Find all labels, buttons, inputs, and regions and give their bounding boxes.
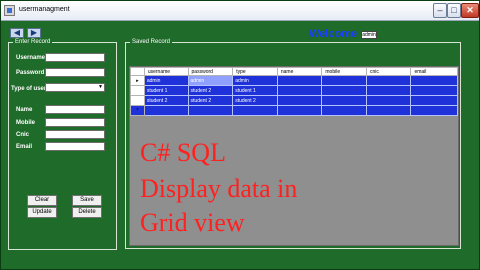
table-cell[interactable] — [365, 95, 412, 106]
overlay-caption-line-2: Display data in — [140, 174, 298, 203]
row-header-cell[interactable] — [130, 85, 145, 96]
table-cell[interactable]: student 2 — [143, 95, 189, 106]
column-header-cnic[interactable]: cnic — [365, 67, 412, 76]
column-header-mobile[interactable]: mobile — [321, 67, 367, 76]
mobile-input[interactable] — [45, 118, 105, 127]
cnic-label: Cnic — [16, 132, 30, 138]
forward-arrow-icon[interactable]: ▶ — [27, 28, 41, 38]
table-cell[interactable]: admin — [187, 75, 234, 86]
email-input[interactable] — [45, 142, 105, 151]
table-cell[interactable] — [410, 95, 458, 106]
name-label: Name — [16, 107, 33, 113]
type-of-user-label: Type of user — [11, 86, 47, 92]
maximize-button[interactable]: □ — [447, 3, 461, 18]
table-cell[interactable] — [276, 85, 323, 96]
table-cell[interactable] — [365, 105, 412, 116]
table-cell[interactable]: admin — [143, 75, 189, 86]
table-cell[interactable] — [321, 95, 367, 106]
column-header-email[interactable]: email — [410, 67, 458, 76]
table-cell[interactable] — [276, 105, 323, 116]
table-cell[interactable] — [365, 75, 412, 86]
mobile-label: Mobile — [16, 120, 35, 126]
current-row-marker-icon[interactable]: ▸ — [130, 75, 145, 86]
password-label: Password — [16, 70, 45, 76]
table-cell[interactable] — [365, 85, 412, 96]
table-cell[interactable]: student 2 — [232, 95, 278, 106]
table-cell[interactable]: student 2 — [187, 95, 234, 106]
table-cell[interactable]: student 1 — [143, 85, 189, 96]
overlay-caption-line-3: Grid view — [140, 208, 245, 237]
saved-record-title: Saved Record — [130, 38, 173, 46]
table-cell[interactable] — [276, 75, 323, 86]
records-table: username password type name mobile cnic … — [130, 67, 458, 116]
table-cell[interactable] — [321, 75, 367, 86]
enter-record-title: Enter Record — [13, 38, 53, 46]
column-header-name[interactable]: name — [276, 67, 323, 76]
minimize-button[interactable]: – — [433, 3, 447, 18]
type-of-user-select[interactable]: ▼ — [45, 83, 105, 92]
column-header-username[interactable]: username — [143, 67, 189, 76]
chevron-down-icon[interactable]: ▼ — [98, 84, 103, 91]
delete-button[interactable]: Delete — [72, 207, 102, 218]
table-row[interactable]: student 1 student 2 student 1 — [130, 85, 458, 96]
app-icon — [4, 5, 15, 16]
cnic-input[interactable] — [45, 130, 105, 139]
overlay-caption-line-1: C# SQL — [140, 138, 226, 167]
close-button[interactable]: ✕ — [461, 3, 479, 18]
new-row[interactable]: * — [130, 105, 458, 116]
table-cell[interactable] — [143, 105, 189, 116]
title-bar[interactable]: usermanagment – □ ✕ — [1, 1, 479, 21]
header-row: username password type name mobile cnic … — [130, 67, 458, 76]
table-cell[interactable]: student 1 — [232, 85, 278, 96]
bottom-border — [1, 259, 479, 269]
app-window: usermanagment – □ ✕ ◀ ▶ Welcome admin En… — [0, 0, 480, 270]
table-cell[interactable]: student 2 — [187, 85, 234, 96]
table-row[interactable]: student 2 student 2 student 2 — [130, 95, 458, 106]
row-header-cell[interactable] — [130, 95, 145, 106]
current-user-badge: admin — [361, 31, 377, 39]
email-label: Email — [16, 144, 33, 150]
table-cell[interactable] — [321, 105, 367, 116]
window-title: usermanagment — [19, 6, 70, 13]
table-cell[interactable] — [187, 105, 234, 116]
table-cell[interactable]: admin — [232, 75, 278, 86]
update-button[interactable]: Update — [27, 207, 57, 218]
table-cell[interactable] — [232, 105, 278, 116]
save-button[interactable]: Save — [72, 195, 102, 206]
table-cell[interactable] — [321, 85, 367, 96]
table-cell[interactable] — [410, 85, 458, 96]
username-label: Username — [16, 55, 46, 61]
name-input[interactable] — [45, 105, 105, 114]
table-cell[interactable] — [410, 75, 458, 86]
new-row-marker-icon[interactable]: * — [130, 105, 145, 116]
back-arrow-icon[interactable]: ◀ — [10, 28, 24, 38]
username-input[interactable] — [45, 53, 105, 62]
table-cell[interactable] — [276, 95, 323, 106]
table-row[interactable]: ▸ admin admin admin — [130, 75, 458, 86]
column-header-type[interactable]: type — [232, 67, 278, 76]
password-input[interactable] — [45, 68, 105, 77]
column-header-password[interactable]: password — [187, 67, 234, 76]
welcome-label: Welcome — [309, 28, 358, 40]
corner-cell — [130, 67, 145, 76]
clear-button[interactable]: Clear — [27, 195, 57, 206]
table-cell[interactable] — [410, 105, 458, 116]
